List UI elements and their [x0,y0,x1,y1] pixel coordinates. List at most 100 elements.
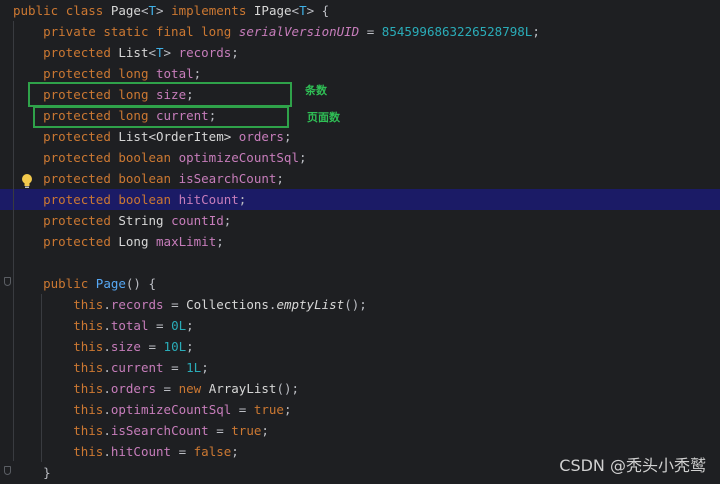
code-token-sp [13,45,43,60]
code-token-punct: } [43,465,51,480]
code-token-sp [88,276,96,291]
code-token-sp [13,360,73,375]
code-token-sp [13,66,43,81]
code-token-field: maxLimit [156,234,217,249]
code-text: this.optimizeCountSql = true; [13,399,291,420]
code-line[interactable]: public Page() { [0,273,720,294]
code-token-sp [103,3,111,18]
watermark: CSDN @秃头小秃鹫 [559,456,706,475]
code-token-type: ArrayList [208,381,277,396]
code-line[interactable]: protected List<OrderItem> orders; [0,126,720,147]
code-token-sp [171,192,179,207]
code-text: this.hitCount = false; [13,441,239,462]
code-token-punct: . [103,402,111,417]
code-token-sp [13,423,73,438]
code-token-sp [148,234,156,249]
code-token-kw: protected [43,129,111,144]
code-token-sp [13,444,73,459]
code-line[interactable]: protected long total; [0,63,720,84]
code-token-punct: = [359,24,382,39]
code-token-kw: this [73,360,104,375]
code-text: protected boolean optimizeCountSql; [13,147,306,168]
code-token-sp [231,129,239,144]
code-token-sp [13,150,43,165]
code-line[interactable]: this.current = 1L; [0,357,720,378]
code-text: protected boolean isSearchCount; [13,168,284,189]
code-token-punct: ; [223,213,232,228]
code-token-field: countId [171,213,224,228]
code-line[interactable]: this.orders = new ArrayList(); [0,378,720,399]
fold-icon[interactable] [4,277,11,286]
code-token-num: 10L [163,339,187,354]
code-token-punct: ; [532,24,540,39]
code-token-sp [58,3,66,18]
code-token-punct: . [103,381,111,396]
code-line[interactable]: public class Page<T> implements IPage<T>… [0,0,720,21]
code-token-kw: public [13,3,59,18]
lightbulb-icon[interactable] [20,173,34,189]
code-token-type: Collections [186,297,269,312]
code-token-num: 0L [171,318,187,333]
code-token-punct: ; [186,339,194,354]
code-token-typeparam: T [148,3,157,18]
code-line[interactable]: protected boolean hitCount; [0,189,720,210]
code-token-kw: this [73,318,104,333]
code-token-type: String [118,213,164,228]
code-token-punct: ; [201,360,209,375]
code-token-kw: protected boolean [43,192,172,207]
code-token-punct: . [103,297,111,312]
fold-icon[interactable] [4,466,11,475]
code-line[interactable]: this.optimizeCountSql = true; [0,399,720,420]
code-line[interactable] [0,252,720,273]
code-token-static-call: emptyList [276,297,345,312]
code-token-kw: class [65,3,104,18]
code-token-sp [164,213,172,228]
code-token-punct: = [171,444,194,459]
code-token-type: IPage [253,3,292,18]
code-token-field: orders [238,129,284,144]
code-line[interactable]: this.records = Collections.emptyList(); [0,294,720,315]
code-token-sp [13,129,43,144]
code-token-kw: protected [43,213,111,228]
code-token-field: size [110,339,141,354]
code-token-punct: > [163,45,179,60]
code-line[interactable]: this.size = 10L; [0,336,720,357]
code-token-sp [13,213,43,228]
code-token-field: current [110,360,164,375]
code-token-sp [13,297,73,312]
code-text: protected Long maxLimit; [13,231,224,252]
code-token-punct: < [291,3,300,18]
code-token-field: isSearchCount [178,171,277,186]
code-token-sp [148,66,156,81]
code-token-sp [171,171,179,186]
code-line[interactable]: this.isSearchCount = true; [0,420,720,441]
code-token-num: 1L [186,360,202,375]
code-text: public class Page<T> implements IPage<T>… [13,0,329,21]
code-line[interactable]: this.total = 0L; [0,315,720,336]
code-token-punct: ; [193,66,202,81]
code-text: this.current = 1L; [13,357,209,378]
code-line[interactable]: protected Long maxLimit; [0,231,720,252]
code-token-punct: < [140,3,149,18]
code-text: this.orders = new ArrayList(); [13,378,299,399]
code-line[interactable]: private static final long serialVersionU… [0,21,720,42]
code-token-punct: = [231,402,254,417]
code-token-kw: protected [43,234,111,249]
code-line[interactable]: protected List<T> records; [0,42,720,63]
code-token-kw: true [231,423,262,438]
code-token-punct: ; [283,129,292,144]
code-token-typeparam: T [156,45,164,60]
code-token-kw: protected [43,45,111,60]
code-token-punct: . [103,423,111,438]
code-token-punct: < [148,45,157,60]
code-token-punct: = [140,339,164,354]
code-token-punct: = [208,423,232,438]
code-token-type: List [118,45,149,60]
code-text: protected List<OrderItem> orders; [13,126,291,147]
code-editor[interactable]: public class Page<T> implements IPage<T>… [0,0,720,484]
code-line[interactable]: protected boolean optimizeCountSql; [0,147,720,168]
code-line[interactable]: protected boolean isSearchCount; [0,168,720,189]
size-annotation-label: 条数 [305,84,327,97]
code-line[interactable]: protected String countId; [0,210,720,231]
code-token-const: serialVersionUID [238,24,360,39]
